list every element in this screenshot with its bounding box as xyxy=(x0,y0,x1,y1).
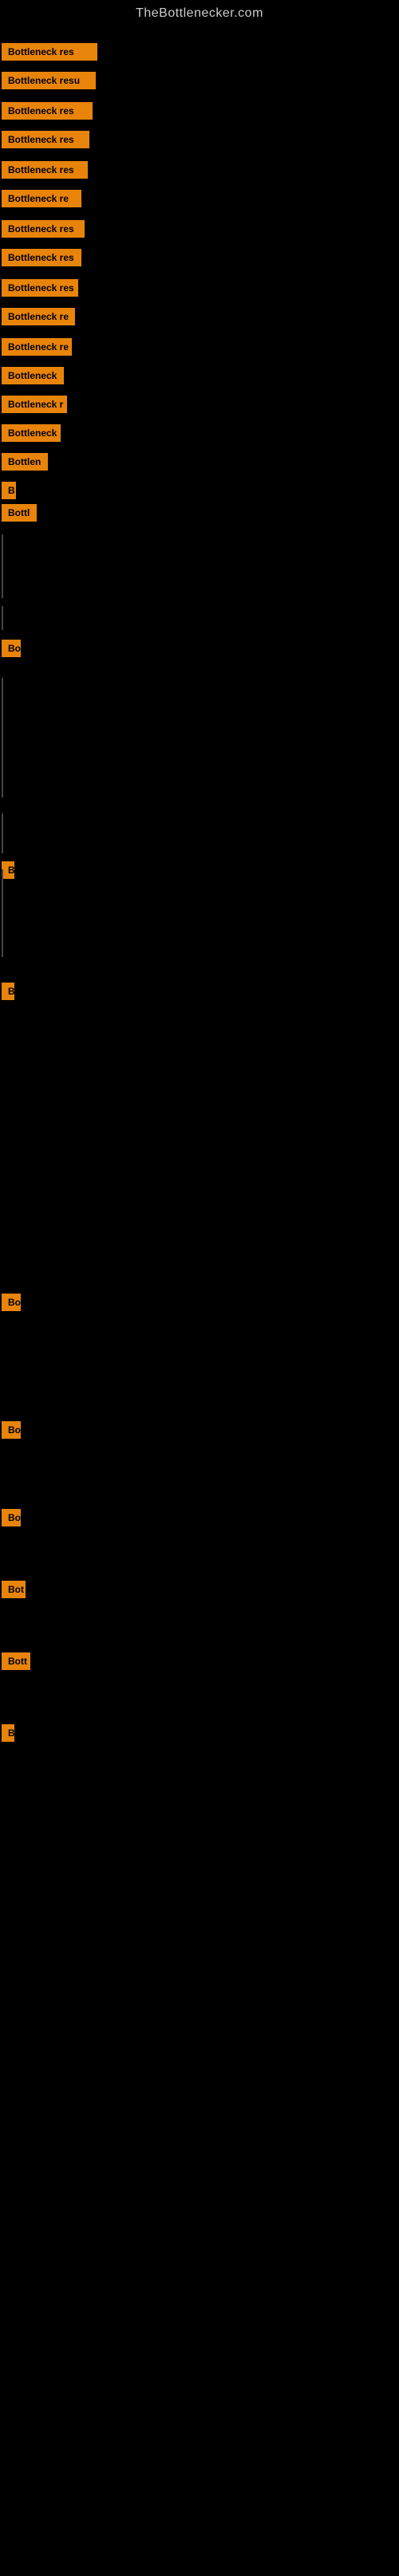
bottleneck-item-16[interactable]: B xyxy=(2,482,16,499)
bottleneck-item-15[interactable]: Bottlen xyxy=(2,453,48,471)
bottleneck-item-21[interactable]: Bo xyxy=(2,1294,21,1311)
bottleneck-item-17[interactable]: Bottl xyxy=(2,504,37,522)
bottleneck-item-23[interactable]: Bo xyxy=(2,1509,21,1526)
bottleneck-item-5[interactable]: Bottleneck res xyxy=(2,161,88,179)
bottleneck-item-25[interactable]: Bott xyxy=(2,1652,30,1670)
bottleneck-item-7[interactable]: Bottleneck res xyxy=(2,220,85,238)
vertical-line-1 xyxy=(2,534,3,598)
bottleneck-item-24[interactable]: Bot xyxy=(2,1581,26,1598)
bottleneck-item-8[interactable]: Bottleneck res xyxy=(2,249,81,266)
bottleneck-item-20[interactable]: B xyxy=(2,983,14,1000)
bottleneck-item-2[interactable]: Bottleneck resu xyxy=(2,72,96,89)
bottleneck-item-19[interactable]: B xyxy=(2,861,14,879)
bottleneck-item-12[interactable]: Bottleneck xyxy=(2,367,64,384)
bottleneck-item-22[interactable]: Bo xyxy=(2,1421,21,1439)
bottleneck-item-18[interactable]: Bo xyxy=(2,640,21,657)
bottleneck-item-3[interactable]: Bottleneck res xyxy=(2,102,93,120)
site-title: TheBottlenecker.com xyxy=(0,0,399,24)
bottleneck-item-14[interactable]: Bottleneck xyxy=(2,424,61,442)
vertical-line-4 xyxy=(2,813,3,853)
vertical-line-5 xyxy=(2,869,3,957)
bottleneck-item-26[interactable]: B xyxy=(2,1724,14,1742)
vertical-line-3 xyxy=(2,678,3,798)
bottleneck-item-10[interactable]: Bottleneck re xyxy=(2,308,75,325)
bottleneck-item-6[interactable]: Bottleneck re xyxy=(2,190,81,207)
bottleneck-item-13[interactable]: Bottleneck r xyxy=(2,396,67,413)
bottleneck-item-1[interactable]: Bottleneck res xyxy=(2,43,97,61)
bottleneck-item-4[interactable]: Bottleneck res xyxy=(2,131,89,148)
vertical-line-2 xyxy=(2,606,3,630)
bottleneck-item-11[interactable]: Bottleneck re xyxy=(2,338,72,356)
bottleneck-item-9[interactable]: Bottleneck res xyxy=(2,279,78,297)
